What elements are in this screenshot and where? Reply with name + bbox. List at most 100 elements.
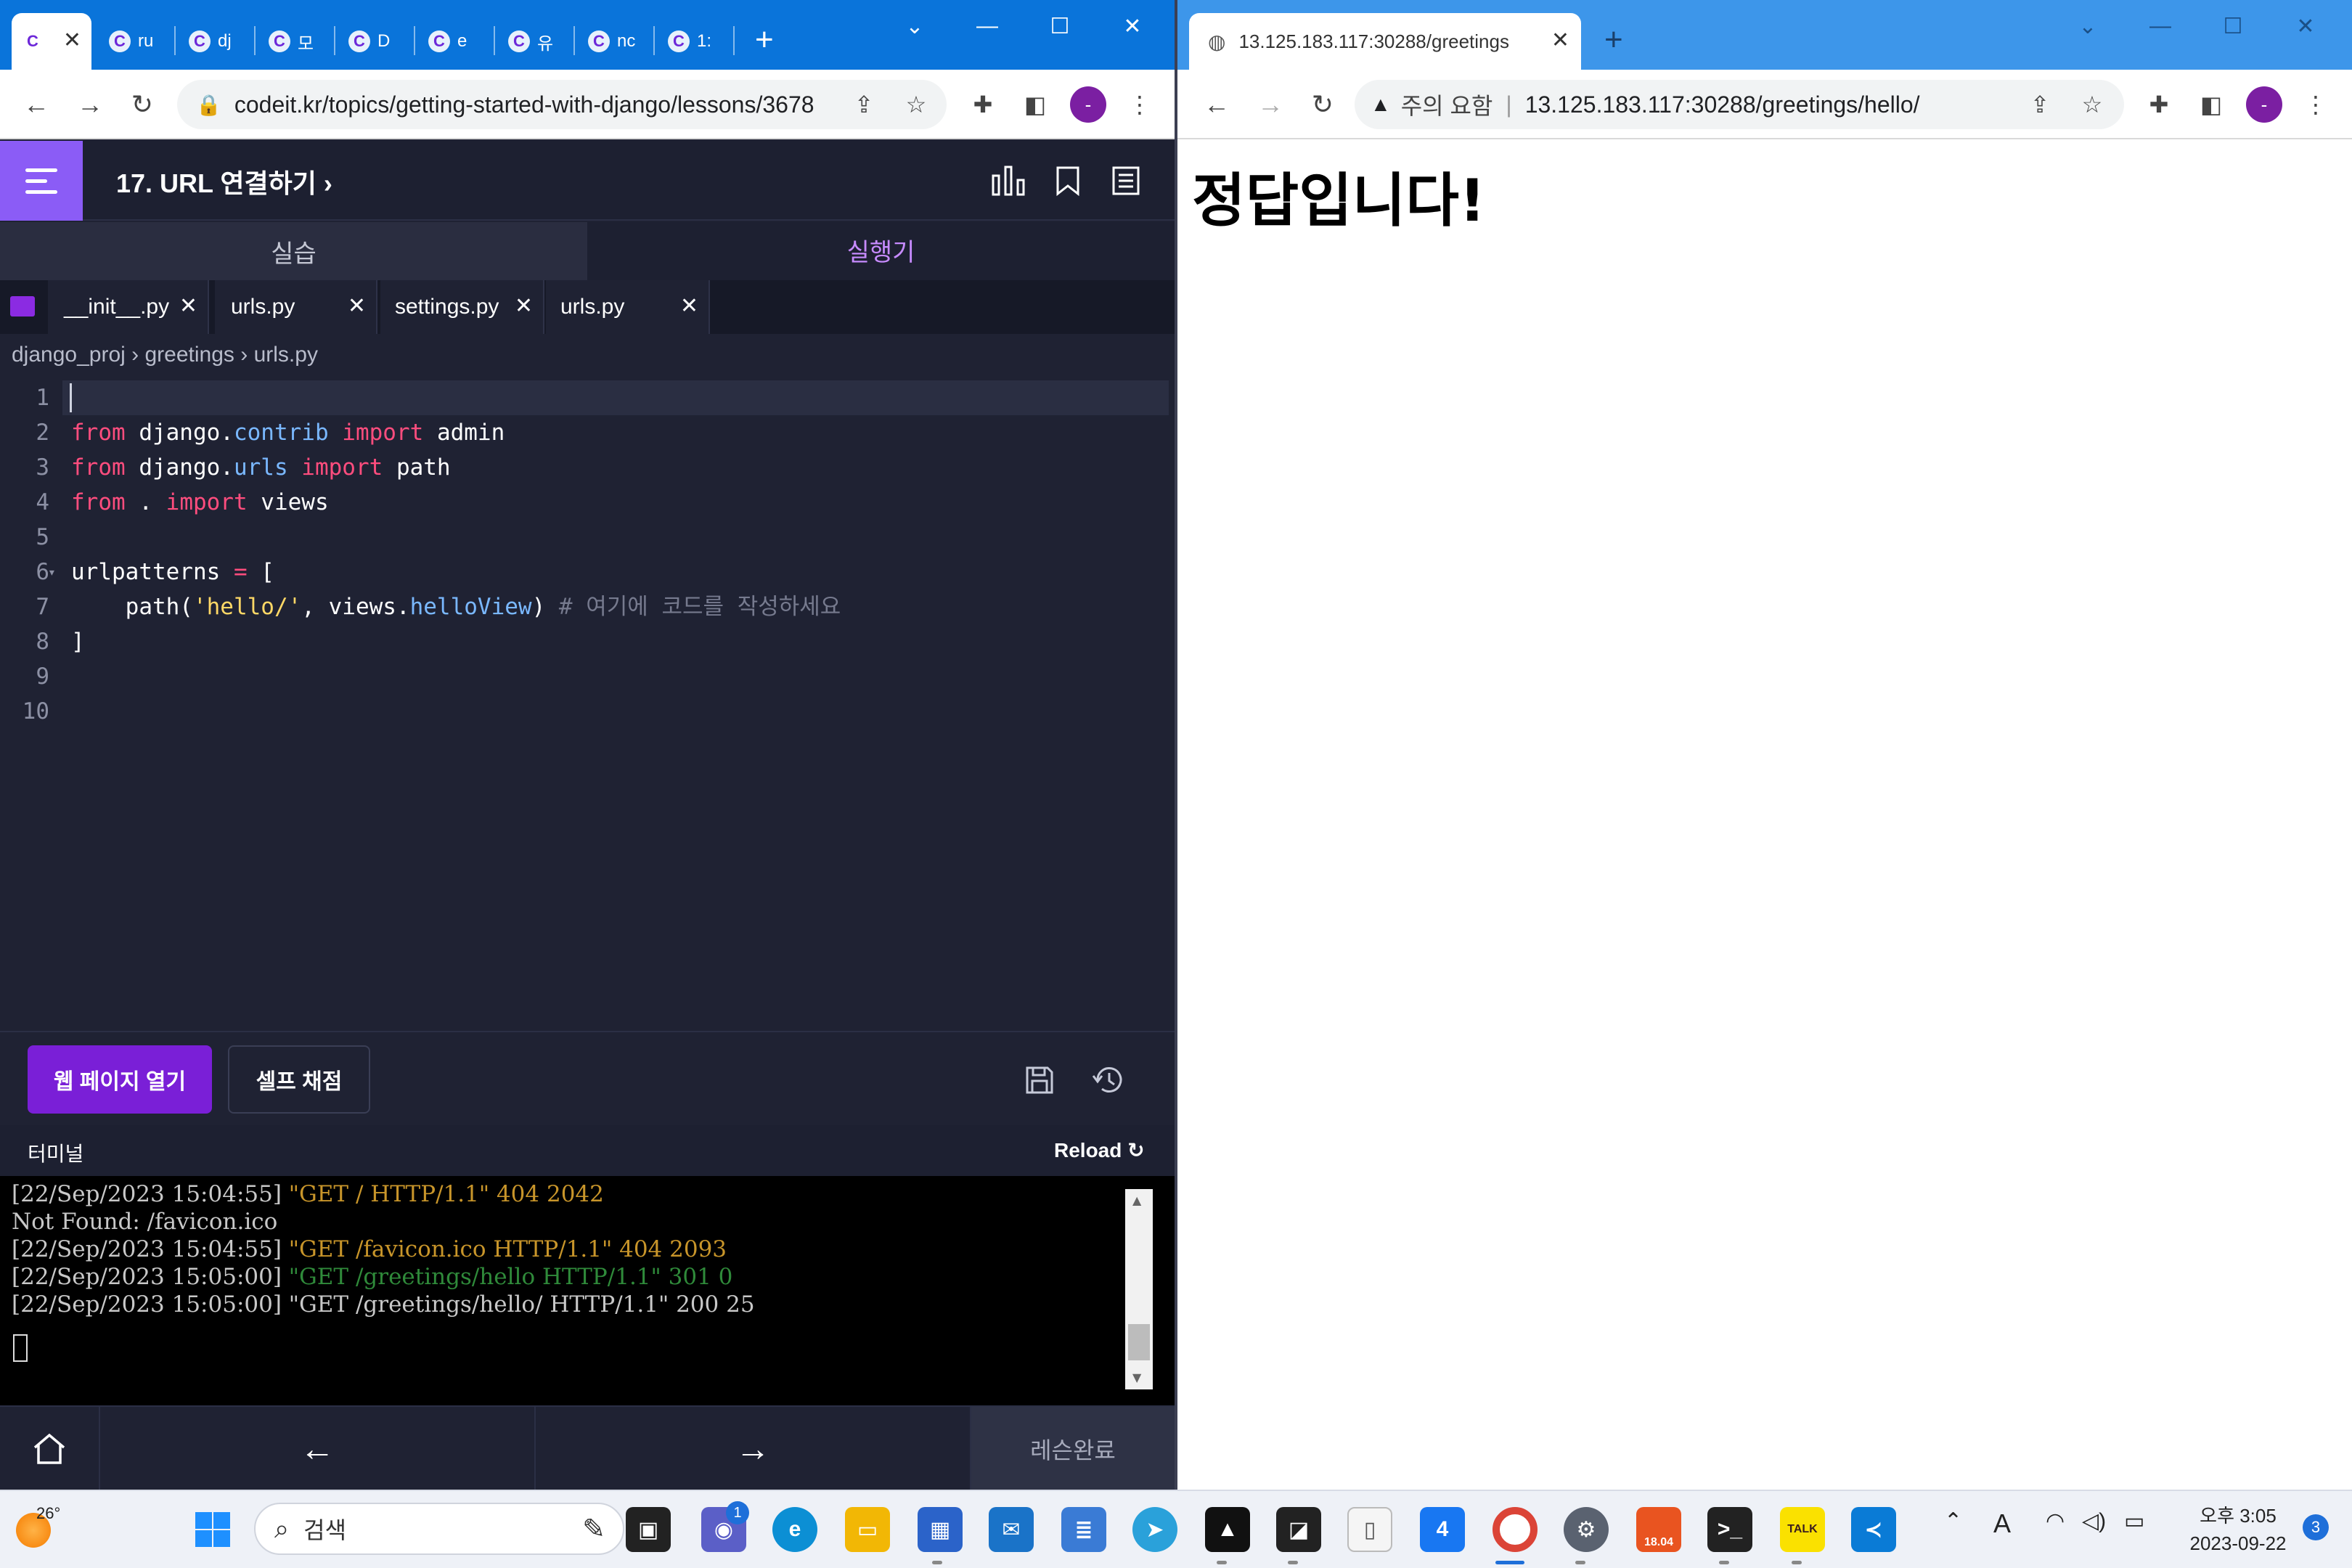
maximize-button[interactable]: ☐ bbox=[2197, 7, 2269, 45]
browser-tab[interactable]: CD bbox=[338, 13, 415, 70]
browser-tab[interactable]: C유 bbox=[498, 13, 575, 70]
menu-kebab-icon[interactable]: ⋮ bbox=[2297, 86, 2335, 123]
ime-indicator[interactable]: A bbox=[1993, 1508, 2011, 1539]
app-4-icon[interactable]: 4 bbox=[1420, 1507, 1465, 1552]
browser-tab[interactable]: C 1: bbox=[658, 13, 735, 70]
kakaotalk-icon[interactable]: TALK bbox=[1780, 1507, 1825, 1552]
address-bar[interactable]: ▲ 주의 요함 | 13.125.183.117:30288/greetings… bbox=[1355, 80, 2124, 129]
bookmark-star-icon[interactable]: ☆ bbox=[897, 86, 935, 123]
terminal-icon[interactable]: >_ bbox=[1707, 1507, 1752, 1552]
open-web-page-button[interactable]: 웹 페이지 열기 bbox=[28, 1045, 212, 1114]
new-tab-button[interactable]: + bbox=[1604, 22, 1623, 58]
notification-badge[interactable]: 3 bbox=[2303, 1514, 2329, 1540]
inkscape-icon[interactable]: ▲ bbox=[1205, 1507, 1250, 1552]
back-icon[interactable]: ← bbox=[1196, 84, 1237, 125]
ubuntu-icon[interactable]: 18.04 bbox=[1636, 1507, 1681, 1552]
stats-icon[interactable] bbox=[989, 161, 1028, 200]
back-icon[interactable]: ← bbox=[16, 84, 57, 125]
clock[interactable]: 오후 3:05 2023-09-22 bbox=[2176, 1501, 2300, 1555]
profile-avatar[interactable]: - bbox=[1070, 86, 1106, 123]
tab-search-icon[interactable]: ⌄ bbox=[2051, 7, 2124, 45]
security-label[interactable]: 주의 요함 bbox=[1401, 88, 1493, 121]
forward-icon[interactable]: → bbox=[1250, 84, 1291, 125]
tab-active-codeit[interactable]: C ✕ bbox=[12, 13, 91, 70]
previous-arrow-icon[interactable]: ← bbox=[100, 1407, 536, 1490]
extensions-icon[interactable]: ✚ bbox=[2140, 86, 2178, 123]
breadcrumb-item[interactable]: urls.py bbox=[254, 343, 318, 367]
file-tab[interactable]: __init__.py ✕ bbox=[48, 280, 209, 334]
close-icon[interactable]: ✕ bbox=[179, 293, 197, 319]
folder-icon[interactable] bbox=[10, 296, 35, 317]
share-icon[interactable]: ⇪ bbox=[845, 86, 883, 123]
tab-search-icon[interactable]: ⌄ bbox=[878, 7, 951, 45]
file-tab[interactable]: settings.py ✕ bbox=[380, 280, 544, 334]
close-window-button[interactable]: ✕ bbox=[1096, 7, 1169, 45]
history-icon[interactable] bbox=[1089, 1060, 1130, 1101]
close-icon[interactable]: ✕ bbox=[348, 293, 366, 319]
bookmark-star-icon[interactable]: ☆ bbox=[2073, 86, 2111, 123]
volume-icon[interactable]: ◁) bbox=[2082, 1508, 2106, 1534]
self-grade-button[interactable]: 셀프 채점 bbox=[228, 1045, 370, 1114]
maximize-button[interactable]: ☐ bbox=[1024, 7, 1096, 45]
browser-tab[interactable]: Ce bbox=[418, 13, 495, 70]
browser-tab[interactable]: C모 bbox=[258, 13, 335, 70]
notes-icon[interactable] bbox=[1106, 161, 1146, 200]
side-panel-icon[interactable]: ◧ bbox=[1016, 86, 1054, 123]
tray-overflow-icon[interactable]: ⌃ bbox=[1944, 1508, 1962, 1534]
file-explorer-icon[interactable]: ▭ bbox=[845, 1507, 890, 1552]
minimize-button[interactable]: — bbox=[2124, 7, 2197, 45]
file-tab[interactable]: urls.py ✕ bbox=[546, 280, 710, 334]
save-icon[interactable] bbox=[1019, 1060, 1060, 1101]
close-icon[interactable]: ✕ bbox=[680, 293, 698, 319]
store-icon[interactable]: ▦ bbox=[918, 1507, 963, 1552]
tab-runner[interactable]: 실행기 bbox=[587, 222, 1175, 280]
side-panel-icon[interactable]: ◧ bbox=[2192, 86, 2230, 123]
forward-icon[interactable]: → bbox=[70, 84, 110, 125]
browser-tab[interactable]: Cnc bbox=[578, 13, 655, 70]
menu-hamburger-icon[interactable] bbox=[0, 141, 83, 221]
vscode-icon[interactable]: ≺ bbox=[1851, 1507, 1896, 1552]
settings-gear-icon[interactable]: ⚙ bbox=[1564, 1507, 1609, 1552]
browser-tab[interactable]: Cdj bbox=[179, 13, 256, 70]
battery-icon[interactable]: ▭ bbox=[2124, 1508, 2144, 1534]
tab-practice[interactable]: 실습 bbox=[0, 222, 587, 280]
scroll-down-icon[interactable]: ▼ bbox=[1132, 1371, 1141, 1384]
tab-active-greetings[interactable]: ◍ 13.125.183.117:30288/greetings ✕ bbox=[1189, 13, 1581, 70]
blank-document-icon[interactable]: ▯ bbox=[1347, 1507, 1392, 1552]
reload-button[interactable]: Reload ↻ bbox=[1054, 1138, 1145, 1162]
terminal-scrollbar[interactable]: ▲ ▼ bbox=[1125, 1189, 1153, 1389]
file-tab[interactable]: urls.py ✕ bbox=[215, 280, 377, 334]
start-icon[interactable] bbox=[190, 1507, 235, 1552]
home-icon[interactable] bbox=[0, 1407, 100, 1490]
scroll-up-icon[interactable]: ▲ bbox=[1132, 1193, 1141, 1207]
task-view-icon[interactable]: ▣ bbox=[626, 1507, 671, 1552]
lesson-title[interactable]: 17. URL 연결하기 › bbox=[116, 163, 332, 200]
next-arrow-icon[interactable]: → bbox=[536, 1407, 971, 1490]
telegram-icon[interactable]: ➤ bbox=[1132, 1507, 1177, 1552]
minimize-button[interactable]: — bbox=[951, 7, 1024, 45]
browser-tab[interactable]: Cru bbox=[99, 13, 176, 70]
terminal-output[interactable]: ▲ ▼ [22/Sep/2023 15:04:55] "GET / HTTP/1… bbox=[0, 1176, 1175, 1405]
close-window-button[interactable]: ✕ bbox=[2269, 7, 2342, 45]
close-tab-icon[interactable]: ✕ bbox=[63, 28, 81, 53]
bookmark-icon[interactable] bbox=[1048, 161, 1087, 200]
close-icon[interactable]: ✕ bbox=[515, 293, 533, 319]
reload-icon[interactable]: ↻ bbox=[122, 84, 163, 125]
breadcrumb-item[interactable]: greetings bbox=[144, 343, 234, 367]
sticky-notes-icon[interactable]: ◪ bbox=[1276, 1507, 1321, 1552]
close-tab-icon[interactable]: ✕ bbox=[1551, 28, 1569, 53]
profile-avatar[interactable]: - bbox=[2246, 86, 2282, 123]
edge-icon[interactable]: e bbox=[772, 1507, 817, 1552]
breadcrumb-item[interactable]: django_proj bbox=[12, 343, 126, 367]
code-editor[interactable]: ▾ 1 2 from django.contrib import admin 3 fro… bbox=[0, 377, 1175, 1031]
share-icon[interactable]: ⇪ bbox=[2021, 86, 2059, 123]
menu-kebab-icon[interactable]: ⋮ bbox=[1121, 86, 1159, 123]
wifi-icon[interactable]: ◠ bbox=[2046, 1508, 2065, 1534]
reload-icon[interactable]: ↻ bbox=[1302, 84, 1343, 125]
lesson-complete-button[interactable]: 레슨완료 bbox=[971, 1407, 1175, 1490]
chrome-icon[interactable] bbox=[1493, 1507, 1538, 1552]
address-bar[interactable]: 🔒 codeit.kr/topics/getting-started-with-… bbox=[177, 80, 947, 129]
extensions-icon[interactable]: ✚ bbox=[964, 86, 1002, 123]
mail-icon[interactable]: ✉ bbox=[989, 1507, 1034, 1552]
scrollbar-thumb[interactable] bbox=[1128, 1324, 1150, 1360]
